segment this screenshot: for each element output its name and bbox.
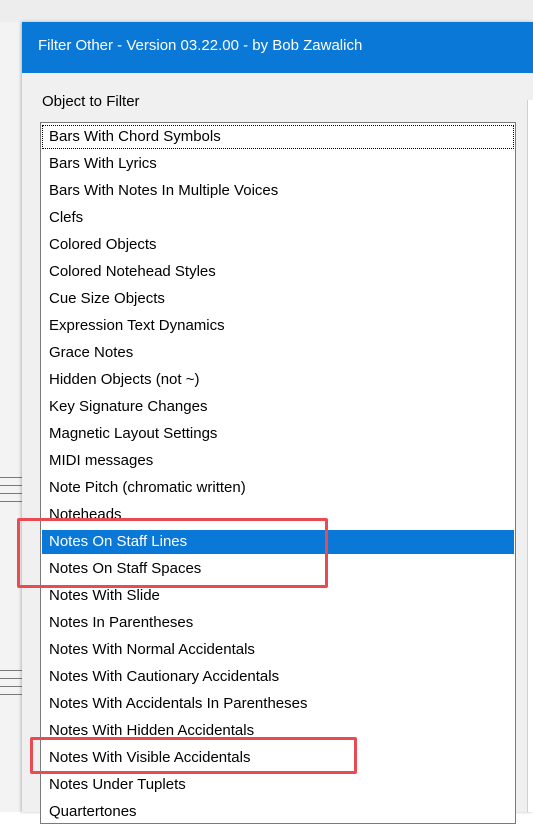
staff-line bbox=[0, 501, 22, 502]
list-item[interactable]: Expression Text Dynamics bbox=[42, 314, 514, 338]
staff-line bbox=[0, 493, 22, 494]
list-item[interactable]: Hidden Objects (not ~) bbox=[42, 368, 514, 392]
list-item[interactable]: Notes With Visible Accidentals bbox=[42, 746, 514, 770]
list-item[interactable]: Magnetic Layout Settings bbox=[42, 422, 514, 446]
list-item[interactable]: Bars With Notes In Multiple Voices bbox=[42, 179, 514, 203]
list-item[interactable]: Colored Objects bbox=[42, 233, 514, 257]
staff-line bbox=[0, 485, 22, 486]
window-title: Filter Other - Version 03.22.00 - by Bob… bbox=[38, 37, 363, 54]
list-item[interactable]: Notes Under Tuplets bbox=[42, 773, 514, 797]
staff-line bbox=[0, 678, 22, 679]
object-to-filter-label: Object to Filter bbox=[42, 93, 140, 110]
background-app-strip bbox=[0, 0, 533, 22]
list-item[interactable]: Cue Size Objects bbox=[42, 287, 514, 311]
list-item[interactable]: Notes With Slide bbox=[42, 584, 514, 608]
staff-line bbox=[0, 477, 22, 478]
staff-line bbox=[0, 670, 22, 671]
list-item[interactable]: Notes On Staff Spaces bbox=[42, 557, 514, 581]
list-item[interactable]: Notes On Staff Lines bbox=[42, 530, 514, 554]
list-item[interactable]: Clefs bbox=[42, 206, 514, 230]
title-bar[interactable]: Filter Other - Version 03.22.00 - by Bob… bbox=[22, 22, 533, 73]
list-item[interactable]: Notes With Normal Accidentals bbox=[42, 638, 514, 662]
list-item[interactable]: MIDI messages bbox=[42, 449, 514, 473]
list-item[interactable]: Colored Notehead Styles bbox=[42, 260, 514, 284]
background-score-area bbox=[0, 22, 22, 812]
staff-line bbox=[0, 686, 22, 687]
list-item[interactable]: Notes With Accidentals In Parentheses bbox=[42, 692, 514, 716]
list-item[interactable]: Noteheads bbox=[42, 503, 514, 527]
object-filter-listbox[interactable]: Bars With Chord Symbols Bars With Lyrics B… bbox=[40, 122, 516, 824]
list-item[interactable]: Grace Notes bbox=[42, 341, 514, 365]
list-item[interactable]: Notes With Hidden Accidentals bbox=[42, 719, 514, 743]
list-item[interactable]: Notes In Parentheses bbox=[42, 611, 514, 635]
filter-other-dialog: Filter Other - Version 03.22.00 - by Bob… bbox=[22, 22, 533, 824]
list-item[interactable]: Bars With Lyrics bbox=[42, 152, 514, 176]
list-item[interactable]: Quartertones bbox=[42, 800, 514, 823]
options-panel bbox=[527, 100, 533, 812]
list-item[interactable]: Bars With Chord Symbols bbox=[42, 125, 514, 149]
staff-line bbox=[0, 694, 22, 695]
list-item[interactable]: Notes With Cautionary Accidentals bbox=[42, 665, 514, 689]
list-item[interactable]: Key Signature Changes bbox=[42, 395, 514, 419]
list-item[interactable]: Note Pitch (chromatic written) bbox=[42, 476, 514, 500]
